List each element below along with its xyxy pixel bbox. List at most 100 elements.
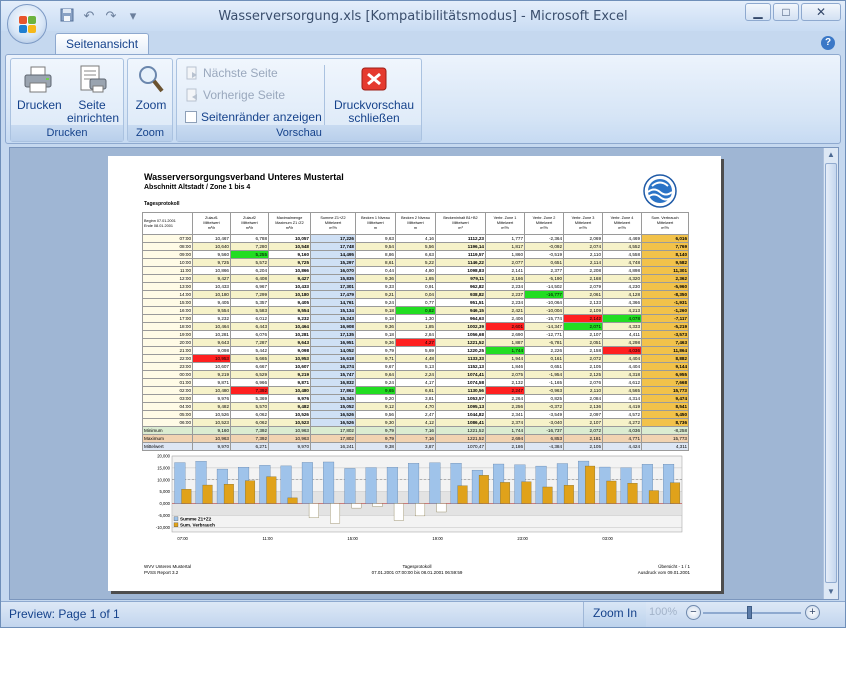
- stat-value: 17,802: [310, 434, 356, 443]
- value-cell: 6,062: [230, 410, 269, 419]
- stat-value: 9,970: [268, 442, 311, 451]
- value-cell: 10,464: [268, 322, 311, 331]
- stat-value: 2,072: [563, 426, 603, 435]
- value-cell: 9,79: [355, 346, 396, 355]
- value-cell: 2,24: [395, 370, 436, 379]
- value-cell: 9,560: [192, 250, 231, 259]
- value-cell: 1,30: [395, 314, 436, 323]
- stat-value: 3,87: [395, 442, 436, 451]
- value-cell: 1056,68: [435, 330, 486, 339]
- stat-value: 16,241: [310, 442, 356, 451]
- stat-value: 2,105: [563, 442, 603, 451]
- legend-label: Sum. Verbrauch: [180, 522, 215, 527]
- previous-page-button[interactable]: Vorherige Seite: [185, 86, 285, 104]
- value-cell: -1,954: [524, 370, 564, 379]
- value-cell: 7,280: [230, 242, 269, 251]
- stat-value: 9,160: [192, 426, 231, 435]
- office-button[interactable]: [7, 4, 47, 44]
- stat-label: Maximum: [142, 434, 193, 443]
- value-cell: 1,85: [395, 322, 436, 331]
- value-cell: 15,835: [310, 274, 356, 283]
- print-button[interactable]: Drucken: [17, 63, 62, 112]
- close-button[interactable]: ✕: [801, 3, 841, 21]
- value-cell: 6,788: [230, 234, 269, 243]
- scroll-thumb[interactable]: [825, 163, 837, 583]
- value-cell: -15,774: [524, 314, 564, 323]
- value-cell: 9,427: [192, 274, 231, 283]
- close-preview-button[interactable]: Druckvorschau schließen: [329, 63, 419, 125]
- period-cell: Beginn 07.01.2001 Ende 08.01.2001: [142, 212, 193, 235]
- value-cell: 16,526: [310, 418, 356, 427]
- zoom-in-icon[interactable]: +: [805, 605, 820, 620]
- value-cell: 2,47: [395, 410, 436, 419]
- column-header: Becken 2 Niveau Mittelwert m: [395, 212, 436, 235]
- value-cell: 2,077: [485, 258, 525, 267]
- zoom-slider-track[interactable]: [703, 612, 801, 614]
- minimize-button[interactable]: ▁: [745, 3, 771, 21]
- value-cell: 2,110: [563, 250, 603, 259]
- print-preview-page[interactable]: Wasserversorgungsverband Unteres Mustert…: [108, 156, 721, 591]
- value-cell: 2,256: [485, 402, 525, 411]
- time-cell: 14:00: [142, 290, 193, 299]
- bar-verbrauch: [372, 503, 383, 507]
- value-cell: 8,541: [641, 402, 689, 411]
- value-cell: 16,274: [310, 362, 356, 371]
- scroll-down-icon[interactable]: ▼: [824, 585, 838, 599]
- value-cell: 9,36: [355, 322, 396, 331]
- value-cell: 9,12: [355, 402, 396, 411]
- scroll-up-icon[interactable]: ▲: [824, 148, 838, 162]
- value-cell: 1074,58: [435, 378, 486, 387]
- value-cell: 9,56: [355, 410, 396, 419]
- show-margins-checkbox[interactable]: Seitenränder anzeigen: [185, 108, 322, 126]
- page-setup-button[interactable]: Seite einrichten: [67, 63, 119, 125]
- table-row: 03:00 9,976 5,369 9,976 15,345 9,20 3,81 1053,5…: [142, 394, 689, 403]
- zoom-out-icon[interactable]: −: [686, 605, 701, 620]
- value-cell: 6,966: [230, 378, 269, 387]
- stat-value: 6,853: [524, 434, 564, 443]
- table-row: 20:00 9,643 7,287 9,643 16,951 9,36 4,27 1221,5…: [142, 338, 689, 347]
- zoom-level[interactable]: 100%: [649, 606, 677, 618]
- maximize-button[interactable]: □: [773, 3, 799, 21]
- value-cell: 1119,57: [435, 250, 486, 259]
- value-cell: 10,866: [268, 266, 311, 275]
- value-cell: 0,82: [395, 306, 436, 315]
- bar-summe: [429, 462, 441, 504]
- value-cell: 16,832: [310, 378, 356, 387]
- table-row: 11:00 10,866 6,204 10,866 16,070 0,44 4,80 1098…: [142, 266, 689, 275]
- zoom-in-button[interactable]: Zoom In: [583, 602, 646, 627]
- value-cell: 9,232: [268, 314, 311, 323]
- help-icon[interactable]: ?: [821, 36, 835, 50]
- value-cell: 10,433: [192, 282, 231, 291]
- value-cell: -16,777: [524, 290, 564, 299]
- value-cell: 6,062: [230, 418, 269, 427]
- bar-verbrauch: [500, 482, 511, 504]
- column-header: Verbr. Zone 1 Mittelwert m³/h: [485, 212, 525, 235]
- value-cell: 9,219: [192, 370, 231, 379]
- value-cell: 0,161: [524, 354, 564, 363]
- window-controls: ▁ □ ✕: [745, 3, 841, 21]
- next-page-button[interactable]: Nächste Seite: [185, 64, 278, 82]
- ribbon-separator: [324, 65, 325, 125]
- value-cell: 962,82: [435, 282, 486, 291]
- show-margins-check[interactable]: [185, 111, 197, 123]
- value-cell: 4,898: [602, 266, 642, 275]
- table-row: 23:00 10,607 6,667 10,607 16,274 9,67 5,13 1152…: [142, 362, 689, 371]
- zoom-button[interactable]: Zoom: [132, 63, 170, 112]
- vertical-scrollbar[interactable]: ▲ ▼: [823, 148, 838, 599]
- value-cell: 9,976: [268, 394, 311, 403]
- company-logo-icon: [643, 174, 677, 208]
- time-cell: 06:00: [142, 418, 193, 427]
- stat-value: 2,186: [485, 442, 525, 451]
- table-row: 10:00 9,725 5,572 9,725 15,297 8,61 5,22 1146,2…: [142, 258, 689, 267]
- consumption-chart: 20,000 15,000 10,000 5,000 0,000 -5,000 -10,00…: [142, 454, 688, 546]
- value-cell: 15,134: [310, 306, 356, 315]
- group-drucken-label: Drucken: [11, 125, 123, 141]
- bar-verbrauch: [563, 485, 574, 504]
- value-cell: 9,725: [268, 258, 311, 267]
- report-table-body: 07:00 10,467 6,788 10,057 17,226 9,63 4,16 1112…: [142, 234, 689, 451]
- value-cell: 4,27: [395, 338, 436, 347]
- value-cell: 10,523: [268, 418, 311, 427]
- zoom-slider-thumb[interactable]: [747, 606, 752, 619]
- tab-seitenansicht[interactable]: Seitenansicht: [55, 33, 150, 55]
- value-cell: 4,572: [602, 410, 642, 419]
